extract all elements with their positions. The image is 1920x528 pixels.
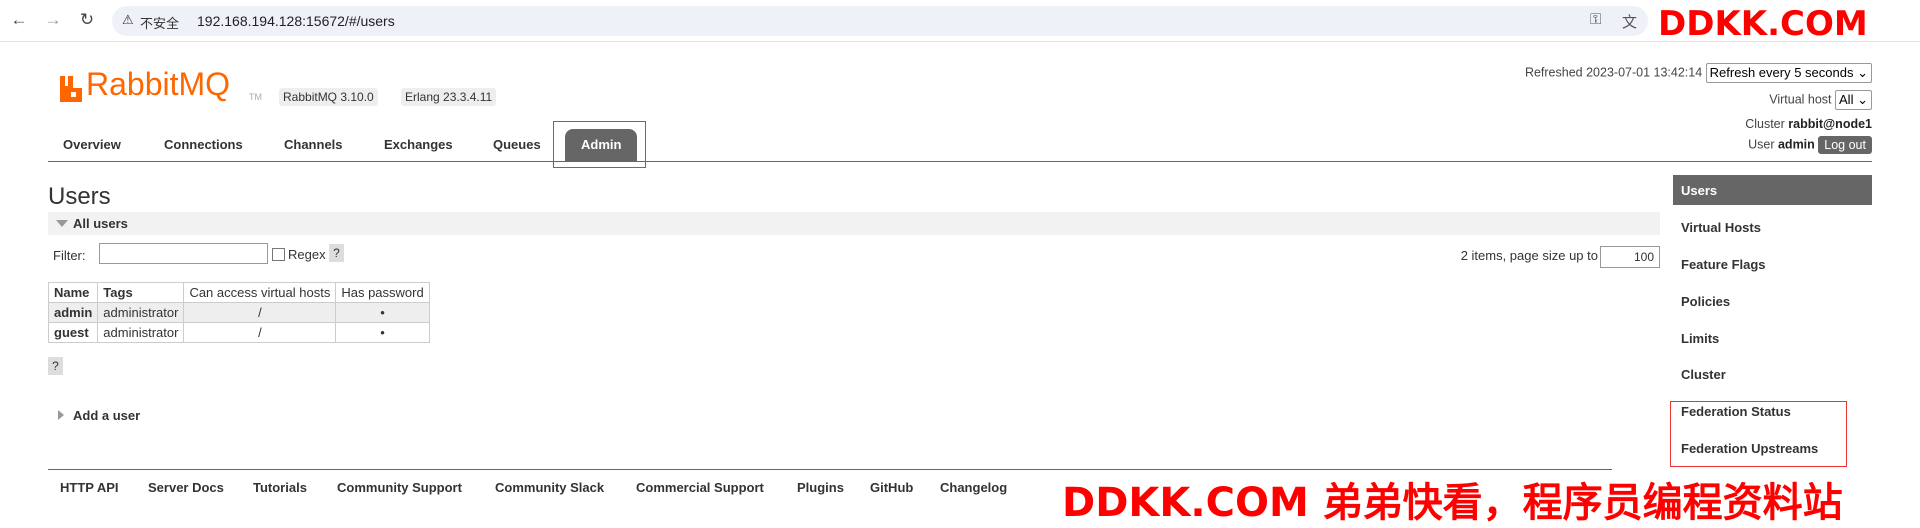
tab-overview[interactable]: Overview xyxy=(63,137,121,152)
sidebar-item-limits[interactable]: Limits xyxy=(1673,323,1872,353)
column-header: Can access virtual hosts xyxy=(183,282,337,303)
footer-link-tutorials[interactable]: Tutorials xyxy=(253,480,307,495)
section-label[interactable]: All users xyxy=(73,216,128,231)
footer-link-community-slack[interactable]: Community Slack xyxy=(495,480,604,495)
reload-icon[interactable]: ↻ xyxy=(76,9,98,31)
filter-label: Filter: xyxy=(53,248,86,263)
page-size-input[interactable]: 100 xyxy=(1600,246,1660,268)
key-icon[interactable]: ⚿ xyxy=(1590,11,1601,28)
has-password-dot: • xyxy=(335,322,430,343)
sidebar-item-cluster[interactable]: Cluster xyxy=(1673,359,1872,389)
tab-exchanges[interactable]: Exchanges xyxy=(384,137,453,152)
back-icon[interactable]: ← xyxy=(8,9,30,31)
tab-connections[interactable]: Connections xyxy=(164,137,243,152)
footer-link-changelog[interactable]: Changelog xyxy=(940,480,1007,495)
footer-link-commercial-support[interactable]: Commercial Support xyxy=(636,480,764,495)
forward-icon[interactable]: → xyxy=(42,9,64,31)
sidebar-item-users[interactable]: Users xyxy=(1673,175,1872,205)
table-help-icon[interactable]: ? xyxy=(48,357,63,375)
page-title: Users xyxy=(48,183,111,210)
watermark-top: DDKK.COM xyxy=(1658,4,1868,44)
user-name-link[interactable]: guest xyxy=(47,322,99,343)
all-users-section-header[interactable]: All users xyxy=(48,212,1660,235)
security-label[interactable]: 不安全 xyxy=(140,13,179,32)
column-header[interactable]: Name xyxy=(47,282,99,303)
refreshed-label: Refreshed xyxy=(1524,65,1583,80)
vhost-label: Virtual host xyxy=(1769,92,1832,107)
add-user-toggle[interactable]: Add a user xyxy=(73,408,140,423)
warning-icon[interactable]: ⚠ xyxy=(122,12,134,28)
tab-channels[interactable]: Channels xyxy=(284,137,343,152)
erlang-badge: Erlang 23.3.4.11 xyxy=(401,88,497,106)
browser-toolbar: ← → ↻ ⚠ 不安全 192.168.194.128:15672/#/user… xyxy=(0,0,1920,44)
sidebar-item-policies[interactable]: Policies xyxy=(1673,286,1872,316)
user-vhosts: / xyxy=(183,322,337,343)
refresh-line: Refreshed 2023-07-01 13:42:14 Refresh ev… xyxy=(1525,63,1872,83)
highlight-federation-items xyxy=(1670,401,1847,467)
version-badge: RabbitMQ 3.10.0 xyxy=(279,88,378,106)
chevron-down-icon[interactable]: ⌄ xyxy=(1857,92,1868,107)
user-vhosts: / xyxy=(183,302,337,323)
footer-link-http-api[interactable]: HTTP API xyxy=(60,480,119,495)
logo-trademark: TM xyxy=(249,92,262,102)
footer-link-community-support[interactable]: Community Support xyxy=(337,480,462,495)
column-header[interactable]: Tags xyxy=(97,282,185,303)
footer-link-server-docs[interactable]: Server Docs xyxy=(148,480,224,495)
user-name-link[interactable]: admin xyxy=(47,302,99,323)
rabbitmq-logo-icon xyxy=(60,76,82,102)
items-info: 2 items, page size up to xyxy=(1460,248,1598,263)
table-row[interactable]: guest administrator / • xyxy=(47,322,430,343)
users-table: Name Tags Can access virtual hosts Has p… xyxy=(47,282,430,343)
vhost-select[interactable]: All ⌄ xyxy=(1835,90,1872,110)
highlight-admin-tab xyxy=(553,121,646,168)
logo-text: RabbitMQ xyxy=(86,66,231,102)
watermark-bottom: DDKK.COM 弟弟快看，程序员编程资料站 xyxy=(1062,480,1843,526)
column-header: Has password xyxy=(335,282,430,303)
has-password-dot: • xyxy=(335,302,430,323)
user-tags: administrator xyxy=(97,322,185,343)
refresh-option[interactable]: Refresh every 5 seconds xyxy=(1710,65,1854,80)
chevron-down-icon[interactable]: ⌄ xyxy=(1857,65,1868,80)
regex-checkbox[interactable] xyxy=(272,248,285,261)
translate-icon[interactable]: 文 xyxy=(1622,11,1637,32)
regex-help-icon[interactable]: ? xyxy=(329,244,344,262)
vhost-value[interactable]: All xyxy=(1839,92,1853,107)
footer-link-github[interactable]: GitHub xyxy=(870,480,913,495)
regex-label[interactable]: Regex xyxy=(288,247,326,262)
collapse-triangle-icon[interactable] xyxy=(56,220,68,227)
refreshed-time: 2023-07-01 13:42:14 xyxy=(1586,65,1703,80)
user-tags: administrator xyxy=(97,302,185,323)
expand-triangle-icon[interactable] xyxy=(58,410,64,420)
tab-queues[interactable]: Queues xyxy=(493,137,541,152)
filter-input[interactable] xyxy=(99,243,268,264)
table-row[interactable]: admin administrator / • xyxy=(47,302,430,323)
sidebar-item-feature-flags[interactable]: Feature Flags xyxy=(1673,249,1872,279)
vhost-line: Virtual host All ⌄ xyxy=(1769,90,1872,110)
refresh-select[interactable]: Refresh every 5 seconds ⌄ xyxy=(1705,63,1872,83)
sidebar-item-virtual-hosts[interactable]: Virtual Hosts xyxy=(1673,212,1872,242)
table-header-row: Name Tags Can access virtual hosts Has p… xyxy=(47,282,430,303)
main-tabs: Overview Connections Channels Exchanges … xyxy=(48,125,1872,162)
footer-link-plugins[interactable]: Plugins xyxy=(797,480,844,495)
url-text[interactable]: 192.168.194.128:15672/#/users xyxy=(197,13,395,29)
